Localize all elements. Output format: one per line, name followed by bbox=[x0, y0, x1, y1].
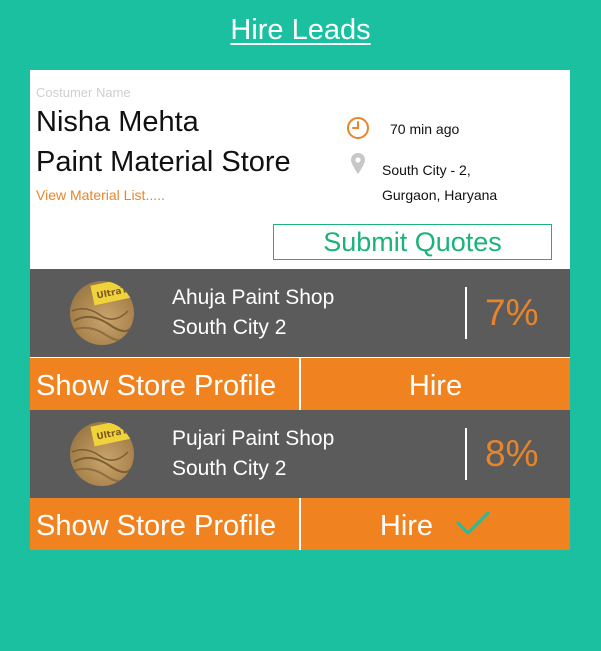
location-pin-icon bbox=[351, 153, 365, 174]
shop-location: South City 2 bbox=[172, 457, 287, 480]
hire-label: Hire bbox=[379, 510, 434, 542]
show-store-profile-button[interactable]: Show Store Profile bbox=[30, 358, 299, 410]
shop-name: Pujari Paint Shop bbox=[172, 427, 335, 450]
shop-row: UltraTech Ahuja Paint Shop South City 2 … bbox=[30, 269, 570, 357]
shop-location: South City 2 bbox=[172, 316, 287, 339]
shop-name: Ahuja Paint Shop bbox=[172, 286, 335, 309]
view-material-list-link[interactable]: View Material List..... bbox=[36, 187, 165, 203]
time-ago: 70 min ago bbox=[390, 121, 460, 137]
shop-action-row: Show Store Profile Hire bbox=[30, 498, 570, 550]
submit-quotes-button[interactable]: Submit Quotes bbox=[273, 224, 552, 260]
checkmark-icon bbox=[456, 511, 490, 535]
vertical-divider bbox=[465, 428, 467, 480]
customer-name: Nisha Mehta bbox=[36, 106, 199, 138]
hire-button[interactable]: Hire bbox=[301, 358, 570, 410]
show-store-profile-button[interactable]: Show Store Profile bbox=[30, 498, 299, 550]
lead-details: Costumer Name Nisha Mehta Paint Material… bbox=[30, 70, 570, 269]
shop-action-row: Show Store Profile Hire bbox=[30, 358, 570, 410]
shop-avatar: UltraTech bbox=[70, 281, 134, 345]
lead-card: Costumer Name Nisha Mehta Paint Material… bbox=[30, 70, 570, 550]
customer-label: Costumer Name bbox=[36, 85, 131, 100]
store-name: Paint Material Store bbox=[36, 146, 291, 178]
shop-avatar: UltraTech bbox=[70, 422, 134, 486]
hire-label: Hire bbox=[408, 370, 463, 402]
hire-button[interactable]: Hire bbox=[301, 498, 570, 550]
shop-percentage: 8% bbox=[485, 433, 539, 474]
address-line-1: South City - 2, bbox=[382, 162, 471, 178]
shop-row: UltraTech Pujari Paint Shop South City 2… bbox=[30, 410, 570, 498]
shop-percentage: 7% bbox=[485, 292, 539, 333]
address-line-2: Gurgaon, Haryana bbox=[382, 187, 498, 203]
clock-icon bbox=[347, 117, 369, 139]
vertical-divider bbox=[465, 287, 467, 339]
page-title[interactable]: Hire Leads bbox=[0, 14, 601, 47]
